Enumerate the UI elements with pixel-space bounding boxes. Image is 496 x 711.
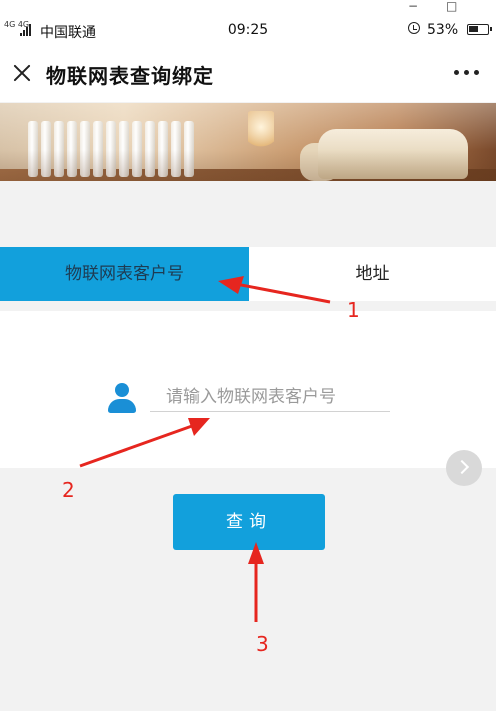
tab-address[interactable]: 地址 <box>249 247 496 301</box>
more-icon[interactable] <box>454 70 480 76</box>
tab-bar: 物联网表客户号 地址 <box>0 247 496 301</box>
query-button[interactable]: 查询 <box>173 494 325 550</box>
maximize-button[interactable]: □ <box>446 0 457 12</box>
chevron-right-icon[interactable] <box>446 450 482 486</box>
banner-image <box>0 103 496 181</box>
user-icon <box>106 383 138 415</box>
close-icon[interactable] <box>12 63 32 83</box>
battery-icon <box>467 24 492 35</box>
annotation-3: 3 <box>256 632 269 656</box>
status-time: 09:25 <box>227 22 269 38</box>
customer-number-input[interactable] <box>150 382 390 412</box>
alarm-icon <box>408 22 420 34</box>
minimize-button[interactable]: − <box>408 0 418 12</box>
page-title: 物联网表查询绑定 <box>46 64 214 88</box>
status-bar: 4G 4G 中国联通 09:25 53% − □ <box>0 0 496 52</box>
tab-customer-number[interactable]: 物联网表客户号 <box>0 247 249 301</box>
annotation-2: 2 <box>62 478 75 502</box>
annotation-1: 1 <box>347 298 360 322</box>
battery-percent: 53% <box>427 22 459 38</box>
